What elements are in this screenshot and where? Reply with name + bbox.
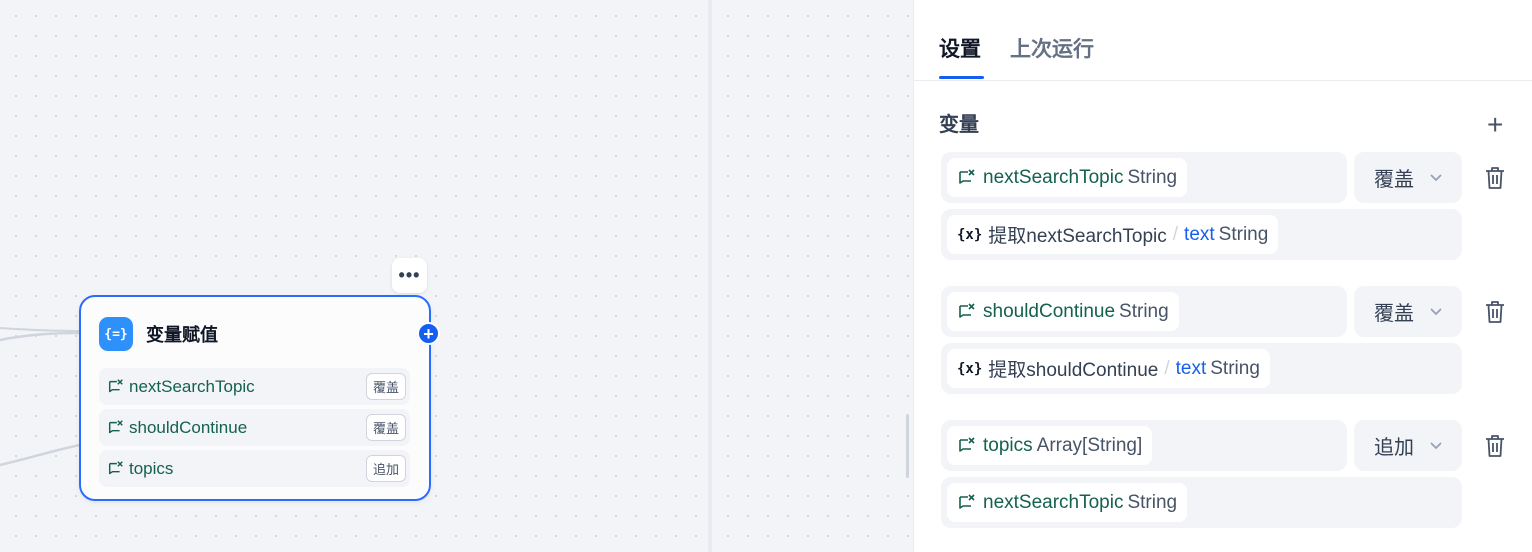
source-field: text xyxy=(1184,223,1215,245)
source-type: String xyxy=(1218,223,1269,245)
delete-icon[interactable] xyxy=(1483,165,1507,191)
variable-curly-icon: {x} xyxy=(957,360,983,377)
node-header: {=} 变量赋值 xyxy=(99,317,218,351)
value-source-tag: {x} 提取shouldContinue / text String xyxy=(947,349,1270,388)
value-source-selector[interactable]: {x} 提取nextSearchTopic / text String xyxy=(941,209,1462,260)
variable-tag: nextSearchTopic String xyxy=(947,158,1188,197)
node-settings-panel: 设置 上次运行 变量 + nextSearchTopic String 覆盖 {… xyxy=(913,0,1532,552)
workflow-canvas-extension[interactable] xyxy=(712,0,912,552)
value-source-selector[interactable]: nextSearchTopic String xyxy=(941,477,1462,528)
operation-select[interactable]: 覆盖 xyxy=(1354,152,1462,203)
chevron-down-icon xyxy=(1430,442,1442,450)
node-more-button[interactable]: ••• xyxy=(392,258,427,293)
chevron-down-icon xyxy=(1430,308,1442,316)
value-source-selector[interactable]: {x} 提取shouldContinue / text String xyxy=(941,343,1462,394)
assigned-variable-selector[interactable]: shouldContinue String xyxy=(941,286,1347,337)
path-separator: / xyxy=(1164,357,1170,379)
node-variable-name: topics xyxy=(129,458,174,478)
delete-icon[interactable] xyxy=(1483,299,1507,325)
operation-value: 覆盖 xyxy=(1374,303,1414,325)
delete-icon[interactable] xyxy=(1483,433,1507,459)
source-type: String xyxy=(1210,357,1260,379)
variables-section-title: 变量 xyxy=(939,114,979,136)
conversation-variable-icon xyxy=(959,168,975,184)
conversation-variable-icon xyxy=(959,436,975,452)
node-operation-badge: 覆盖 xyxy=(365,414,406,441)
variable-curly-icon: {x} xyxy=(957,226,983,243)
variable-tag: topics Array[String] xyxy=(947,426,1153,465)
conversation-variable-icon xyxy=(108,378,123,392)
conversation-variable-icon xyxy=(959,302,975,318)
value-source-tag: {x} 提取nextSearchTopic / text String xyxy=(947,215,1279,254)
variable-type: String xyxy=(1119,300,1169,322)
path-separator: / xyxy=(1172,223,1179,245)
panel-resize-handle[interactable] xyxy=(906,414,909,478)
node-variable-row[interactable]: nextSearchTopic 覆盖 xyxy=(99,368,410,405)
variable-type: Array[String] xyxy=(1036,434,1143,456)
operation-select[interactable]: 覆盖 xyxy=(1354,286,1462,337)
assigned-variable-selector[interactable]: nextSearchTopic String xyxy=(941,152,1347,203)
variable-name: nextSearchTopic xyxy=(983,166,1124,188)
panel-tabs: 设置 上次运行 xyxy=(914,0,1532,81)
node-variable-name: shouldContinue xyxy=(129,417,248,437)
tab-settings[interactable]: 设置 xyxy=(939,33,981,63)
node-variable-row[interactable]: shouldContinue 覆盖 xyxy=(99,409,410,446)
operation-value: 覆盖 xyxy=(1374,169,1414,191)
value-variable-tag: nextSearchTopic String xyxy=(947,483,1188,522)
operation-value: 追加 xyxy=(1374,437,1414,459)
node-variable-list: nextSearchTopic 覆盖 shouldContinue 覆盖 top… xyxy=(99,368,410,491)
workflow-canvas[interactable]: ••• {=} 变量赋值 nextSearchTopic 覆盖 shouldCo… xyxy=(0,0,708,552)
variable-name: nextSearchTopic xyxy=(983,491,1124,513)
node-title: 变量赋值 xyxy=(146,325,218,345)
source-field: text xyxy=(1175,357,1207,379)
node-variable-name: nextSearchTopic xyxy=(129,376,255,396)
tab-last-run[interactable]: 上次运行 xyxy=(1010,33,1094,63)
add-variable-button[interactable]: + xyxy=(1487,111,1503,139)
add-next-node-button[interactable]: + xyxy=(417,322,440,345)
source-node-name: 提取nextSearchTopic xyxy=(988,226,1167,247)
conversation-variable-icon xyxy=(108,460,123,474)
node-operation-badge: 追加 xyxy=(365,455,406,482)
variable-name: shouldContinue xyxy=(983,300,1116,322)
active-tab-indicator xyxy=(939,76,984,79)
chevron-down-icon xyxy=(1430,174,1442,182)
variable-type: String xyxy=(1127,491,1178,513)
conversation-variable-icon xyxy=(959,493,975,509)
source-node-name: 提取shouldContinue xyxy=(988,360,1159,381)
node-variable-row[interactable]: topics 追加 xyxy=(99,450,410,487)
variable-type: String xyxy=(1127,166,1178,188)
node-operation-badge: 覆盖 xyxy=(365,373,406,400)
variable-assign-node[interactable]: {=} 变量赋值 nextSearchTopic 覆盖 shouldContin… xyxy=(79,295,431,501)
variable-tag: shouldContinue String xyxy=(947,292,1179,331)
operation-select[interactable]: 追加 xyxy=(1354,420,1462,471)
variable-assign-icon: {=} xyxy=(99,317,133,351)
conversation-variable-icon xyxy=(108,419,123,433)
variable-name: topics xyxy=(983,434,1033,456)
assigned-variable-selector[interactable]: topics Array[String] xyxy=(941,420,1347,471)
